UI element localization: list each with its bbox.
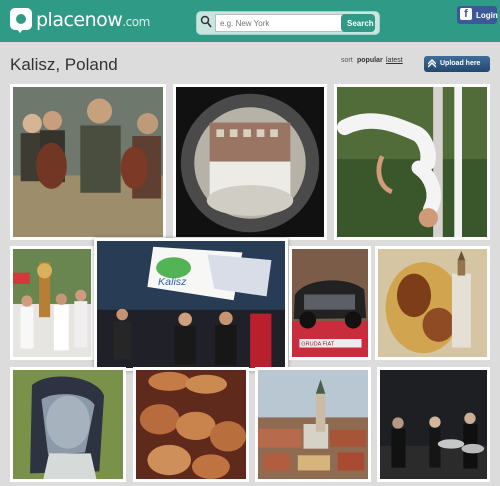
search-icon xyxy=(200,15,212,28)
photo-aerial-acrobat[interactable] xyxy=(334,84,490,240)
search-input[interactable] xyxy=(215,14,345,32)
site-logo[interactable]: placenow.com xyxy=(36,9,150,31)
search-button[interactable]: Search xyxy=(341,14,375,32)
facebook-login-button[interactable]: f Login xyxy=(457,6,498,24)
photo-fisheye-square[interactable] xyxy=(173,84,327,240)
sort-label: sort xyxy=(341,57,353,64)
upload-button[interactable]: Upload here xyxy=(424,56,490,72)
location-pin-icon[interactable] xyxy=(10,8,32,33)
banner-text: GRUDA FIAT xyxy=(301,342,334,348)
facebook-icon: f xyxy=(460,8,472,20)
sort-latest-link[interactable]: latest xyxy=(386,57,403,64)
photo-blue-statue[interactable] xyxy=(10,367,126,482)
photo-concert[interactable] xyxy=(377,367,490,482)
photo-historic-parade[interactable] xyxy=(10,246,94,360)
photo-flag-parade[interactable]: Kalisz xyxy=(94,238,288,371)
sort-popular-link[interactable]: popular xyxy=(357,57,383,64)
photo-medieval-warriors[interactable] xyxy=(10,84,166,240)
search-bar: Search xyxy=(196,11,380,35)
flag-text: Kalisz xyxy=(158,276,187,288)
photo-sports-car[interactable]: GRUDA FIAT xyxy=(289,246,371,360)
page-title: Kalisz, Poland xyxy=(10,55,118,74)
upload-icon xyxy=(428,59,436,68)
photo-city-view[interactable] xyxy=(255,367,371,482)
photo-easter-egg[interactable] xyxy=(375,246,490,360)
top-bar: placenow.com Search f Login xyxy=(0,0,500,42)
photo-coins[interactable] xyxy=(133,367,249,482)
